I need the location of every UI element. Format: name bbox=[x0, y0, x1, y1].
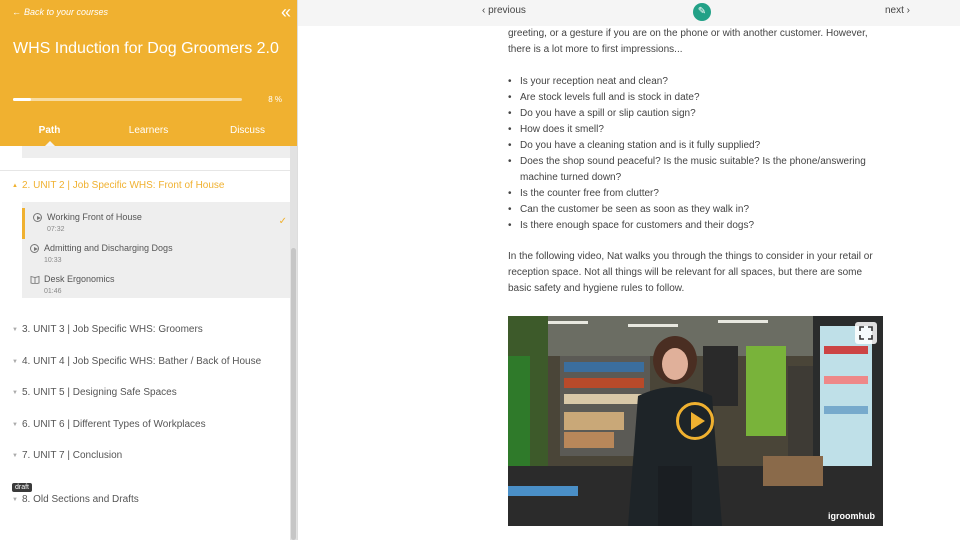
lesson-content: greeting, or a gesture if you are on the… bbox=[508, 26, 888, 297]
unit-item-8[interactable]: ▼ 8. Old Sections and Drafts bbox=[12, 494, 139, 505]
unit-item-5[interactable]: ▼ 5. UNIT 5 | Designing Safe Spaces bbox=[12, 387, 177, 398]
lesson-duration: 10:33 bbox=[44, 257, 62, 264]
lesson-duration: 01:46 bbox=[44, 288, 62, 295]
sidebar-tabs: Path Learners Discuss bbox=[0, 116, 297, 146]
previous-lesson-item bbox=[22, 146, 291, 158]
intro-paragraph: greeting, or a gesture if you are on the… bbox=[508, 28, 868, 55]
unit-item-2[interactable]: ▲ 2. UNIT 2 | Job Specific WHS: Front of… bbox=[12, 180, 225, 191]
arrow-left-icon: ← bbox=[12, 7, 21, 17]
tab-learners[interactable]: Learners bbox=[99, 116, 198, 146]
list-item: Does the shop sound peaceful? Is the mus… bbox=[508, 154, 888, 186]
lesson-title: Desk Ergonomics bbox=[44, 274, 115, 284]
unit-label: 5. UNIT 5 | Designing Safe Spaces bbox=[22, 387, 177, 398]
tab-discuss[interactable]: Discuss bbox=[198, 116, 297, 146]
unit-label: 8. Old Sections and Drafts bbox=[22, 494, 139, 505]
chevron-down-icon: ▼ bbox=[12, 421, 18, 428]
unit-label: 2. UNIT 2 | Job Specific WHS: Front of H… bbox=[22, 180, 225, 191]
draft-badge: draft bbox=[12, 483, 33, 492]
unit-label: 6. UNIT 6 | Different Types of Workplace… bbox=[22, 419, 206, 430]
lesson-item-admitting-and-discharging-dogs[interactable]: Admitting and Discharging Dogs 10:33 bbox=[22, 239, 291, 270]
course-progress-percent: 8 % bbox=[268, 95, 282, 104]
lesson-item-desk-ergonomics[interactable]: Desk Ergonomics 01:46 bbox=[22, 270, 291, 301]
checklist: Is your reception neat and clean? Are st… bbox=[508, 74, 888, 234]
course-path-list: ▲ 2. UNIT 2 | Job Specific WHS: Front of… bbox=[0, 146, 291, 540]
lesson-title: Working Front of House bbox=[47, 212, 142, 222]
chevron-up-icon: ▲ bbox=[12, 182, 18, 189]
sidebar-scrollbar-thumb[interactable] bbox=[291, 248, 296, 540]
unit-item-3[interactable]: ▼ 3. UNIT 3 | Job Specific WHS: Groomers bbox=[12, 324, 203, 335]
unit-item-7[interactable]: ▼ 7. UNIT 7 | Conclusion bbox=[12, 450, 122, 461]
sidebar-scrollbar[interactable] bbox=[290, 146, 297, 540]
list-item: Is there enough space for customers and … bbox=[508, 218, 888, 234]
play-icon[interactable] bbox=[676, 402, 714, 440]
lesson-video-player[interactable]: igroomhub bbox=[508, 316, 883, 526]
edit-button[interactable]: ✎ bbox=[693, 3, 711, 21]
unit-item-4[interactable]: ▼ 4. UNIT 4 | Job Specific WHS: Bather /… bbox=[12, 356, 261, 367]
chevron-down-icon: ▼ bbox=[12, 496, 18, 503]
course-sidebar: ← Back to your courses « WHS Induction f… bbox=[0, 0, 298, 540]
list-item: How does it smell? bbox=[508, 122, 888, 138]
unit-item-6[interactable]: ▼ 6. UNIT 6 | Different Types of Workpla… bbox=[12, 419, 206, 430]
previous-button[interactable]: ‹ previous bbox=[482, 5, 526, 16]
chevron-down-icon: ▼ bbox=[12, 389, 18, 396]
divider bbox=[0, 170, 291, 171]
unit-label: 7. UNIT 7 | Conclusion bbox=[22, 450, 123, 461]
play-circle-icon bbox=[33, 213, 43, 223]
video-intro-paragraph: In the following video, Nat walks you th… bbox=[508, 251, 873, 294]
fullscreen-button[interactable] bbox=[855, 322, 877, 344]
checkmark-icon: ✓ bbox=[278, 216, 287, 227]
lesson-navigation-bar: ‹ previous ✎ next › bbox=[298, 0, 960, 26]
list-item: Are stock levels full and is stock in da… bbox=[508, 90, 888, 106]
chevron-down-icon: ▼ bbox=[12, 326, 18, 333]
lesson-item-working-front-of-house[interactable]: Working Front of House 07:32 ✓ bbox=[22, 208, 291, 239]
pencil-icon: ✎ bbox=[697, 6, 707, 17]
unit-2-lessons: Working Front of House 07:32 ✓ Admitting… bbox=[22, 202, 291, 298]
play-circle-icon bbox=[30, 244, 40, 254]
collapse-sidebar-icon[interactable]: « bbox=[281, 3, 291, 21]
fullscreen-icon bbox=[859, 326, 873, 340]
sidebar-header: ← Back to your courses « WHS Induction f… bbox=[0, 0, 297, 146]
chevron-down-icon: ▼ bbox=[12, 358, 18, 365]
next-button[interactable]: next › bbox=[885, 5, 910, 16]
video-watermark: igroomhub bbox=[828, 511, 875, 521]
list-item: Is your reception neat and clean? bbox=[508, 74, 888, 90]
course-progress-bar bbox=[13, 98, 242, 101]
list-item: Do you have a cleaning station and is it… bbox=[508, 138, 888, 154]
book-icon bbox=[30, 275, 40, 285]
list-item: Do you have a spill or slip caution sign… bbox=[508, 106, 888, 122]
chevron-down-icon: ▼ bbox=[12, 452, 18, 459]
list-item: Is the counter free from clutter? bbox=[508, 186, 888, 202]
list-item: Can the customer be seen as soon as they… bbox=[508, 202, 888, 218]
back-link-label: Back to your courses bbox=[24, 7, 109, 17]
course-title: WHS Induction for Dog Groomers 2.0 bbox=[13, 40, 279, 57]
tab-path[interactable]: Path bbox=[0, 116, 99, 146]
unit-label: 4. UNIT 4 | Job Specific WHS: Bather / B… bbox=[22, 356, 262, 367]
lesson-title: Admitting and Discharging Dogs bbox=[44, 243, 173, 253]
back-to-courses-link[interactable]: ← Back to your courses bbox=[12, 7, 108, 17]
unit-label: 3. UNIT 3 | Job Specific WHS: Groomers bbox=[22, 324, 203, 335]
lesson-duration: 07:32 bbox=[47, 226, 65, 233]
course-progress-fill bbox=[13, 98, 32, 101]
